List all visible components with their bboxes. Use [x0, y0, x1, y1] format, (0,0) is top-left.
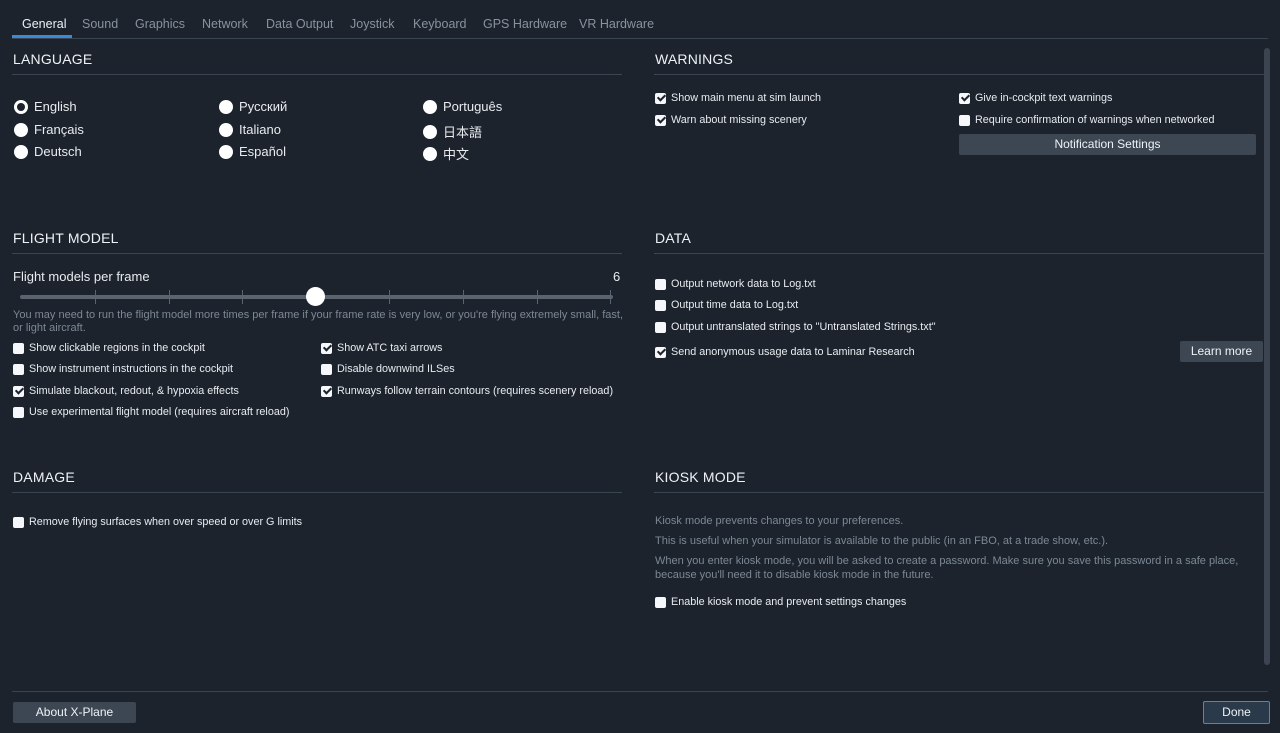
- slider-label: Flight models per frame: [13, 269, 150, 284]
- warn-missing-scenery-checkbox[interactable]: Warn about missing scenery: [655, 114, 807, 126]
- experimental-flight-model-checkbox[interactable]: Use experimental flight model (requires …: [13, 406, 289, 418]
- checkbox-icon: [959, 114, 970, 126]
- kiosk-title: KIOSK MODE: [655, 469, 746, 485]
- disable-downwind-ils-checkbox[interactable]: Disable downwind ILSes: [321, 363, 455, 375]
- notification-settings-button[interactable]: Notification Settings: [959, 134, 1256, 155]
- checkbox-icon: [13, 342, 24, 354]
- checkbox-icon: [655, 321, 666, 333]
- radio-icon: [423, 146, 437, 161]
- tab-network[interactable]: Network: [202, 17, 248, 31]
- checkbox-icon: [13, 406, 24, 418]
- radio-icon: [423, 99, 437, 114]
- slider-tick: [389, 290, 390, 304]
- checkbox-checked-icon: [655, 92, 666, 104]
- show-instrument-instructions-checkbox[interactable]: Show instrument instructions in the cock…: [13, 363, 233, 375]
- show-clickable-regions-checkbox[interactable]: Show clickable regions in the cockpit: [13, 342, 205, 354]
- kiosk-divider: [654, 492, 1264, 493]
- active-tab-indicator: [12, 35, 72, 38]
- checkbox-checked-icon: [13, 385, 24, 397]
- learn-more-button[interactable]: Learn more: [1180, 341, 1263, 362]
- simulate-blackout-checkbox[interactable]: Simulate blackout, redout, & hypoxia eff…: [13, 385, 239, 397]
- about-xplane-button[interactable]: About X-Plane: [13, 702, 136, 723]
- tab-gps-hardware[interactable]: GPS Hardware: [483, 17, 567, 31]
- radio-icon: [14, 122, 28, 137]
- language-divider: [12, 74, 622, 75]
- language-chinese[interactable]: 中文: [423, 144, 469, 163]
- kiosk-description-3: When you enter kiosk mode, you will be a…: [655, 555, 1239, 567]
- checkbox-icon: [655, 596, 666, 608]
- checkbox-checked-icon: [321, 385, 332, 397]
- slider-tick: [463, 290, 464, 304]
- atc-taxi-arrows-checkbox[interactable]: Show ATC taxi arrows: [321, 342, 442, 354]
- slider-tick: [95, 290, 96, 304]
- checkbox-icon: [321, 363, 332, 375]
- language-title: LANGUAGE: [13, 51, 93, 67]
- flight-model-divider: [12, 253, 622, 254]
- checkbox-checked-icon: [655, 114, 666, 126]
- flight-model-hint: You may need to run the flight model mor…: [13, 309, 623, 334]
- language-portuguese[interactable]: Português: [423, 99, 502, 114]
- language-spanish[interactable]: Español: [219, 144, 286, 159]
- radio-icon: [219, 99, 233, 114]
- kiosk-description-2: This is useful when your simulator is av…: [655, 535, 1109, 547]
- language-italian[interactable]: Italiano: [219, 122, 281, 137]
- damage-divider: [12, 492, 622, 493]
- in-cockpit-warnings-checkbox[interactable]: Give in-cockpit text warnings: [959, 92, 1112, 104]
- slider-value: 6: [613, 269, 621, 284]
- tab-joystick[interactable]: Joystick: [350, 17, 394, 31]
- kiosk-description-4: because you'll need it to disable kiosk …: [655, 569, 934, 581]
- slider-tick: [537, 290, 538, 304]
- radio-icon: [423, 124, 437, 139]
- flight-models-slider-thumb[interactable]: [306, 287, 325, 306]
- language-english[interactable]: English: [14, 99, 77, 114]
- show-main-menu-checkbox[interactable]: Show main menu at sim launch: [655, 92, 821, 104]
- send-usage-data-checkbox[interactable]: Send anonymous usage data to Laminar Res…: [655, 346, 915, 358]
- checkbox-icon: [13, 516, 24, 528]
- data-title: DATA: [655, 230, 692, 246]
- checkbox-checked-icon: [959, 92, 970, 104]
- remove-flying-surfaces-checkbox[interactable]: Remove flying surfaces when over speed o…: [13, 516, 302, 528]
- radio-selected-icon: [14, 99, 28, 114]
- slider-tick: [242, 290, 243, 304]
- checkbox-icon: [655, 299, 666, 311]
- language-russian[interactable]: Русский: [219, 99, 287, 114]
- flight-model-title: FLIGHT MODEL: [13, 230, 119, 246]
- language-german[interactable]: Deutsch: [14, 144, 82, 159]
- language-french[interactable]: Français: [14, 122, 84, 137]
- tab-vr-hardware[interactable]: VR Hardware: [579, 17, 654, 31]
- kiosk-description-1: Kiosk mode prevents changes to your pref…: [655, 515, 904, 527]
- runways-follow-terrain-checkbox[interactable]: Runways follow terrain contours (require…: [321, 385, 613, 397]
- footer-divider: [12, 691, 1268, 692]
- enable-kiosk-mode-checkbox[interactable]: Enable kiosk mode and prevent settings c…: [655, 596, 906, 608]
- confirm-warnings-networked-checkbox[interactable]: Require confirmation of warnings when ne…: [959, 114, 1214, 126]
- tab-graphics[interactable]: Graphics: [135, 17, 185, 31]
- damage-title: DAMAGE: [13, 469, 75, 485]
- tab-keyboard[interactable]: Keyboard: [413, 17, 467, 31]
- checkbox-icon: [13, 363, 24, 375]
- slider-tick: [169, 290, 170, 304]
- radio-icon: [219, 144, 233, 159]
- data-divider: [654, 253, 1264, 254]
- slider-tick: [610, 290, 611, 304]
- tab-general[interactable]: General: [22, 17, 66, 31]
- tab-sound[interactable]: Sound: [82, 17, 118, 31]
- radio-icon: [219, 122, 233, 137]
- warnings-title: WARNINGS: [655, 51, 734, 67]
- output-untranslated-strings-checkbox[interactable]: Output untranslated strings to "Untransl…: [655, 321, 936, 333]
- output-time-data-checkbox[interactable]: Output time data to Log.txt: [655, 299, 798, 311]
- checkbox-checked-icon: [321, 342, 332, 354]
- language-japanese[interactable]: 日本語: [423, 122, 482, 141]
- output-network-data-checkbox[interactable]: Output network data to Log.txt: [655, 278, 816, 290]
- radio-icon: [14, 144, 28, 159]
- checkbox-checked-icon: [655, 346, 666, 358]
- tab-data-output[interactable]: Data Output: [266, 17, 333, 31]
- tab-bar: General Sound Graphics Network Data Outp…: [12, 12, 1268, 39]
- warnings-divider: [654, 74, 1264, 75]
- checkbox-icon: [655, 278, 666, 290]
- done-button[interactable]: Done: [1203, 701, 1270, 724]
- scrollbar[interactable]: [1264, 48, 1270, 665]
